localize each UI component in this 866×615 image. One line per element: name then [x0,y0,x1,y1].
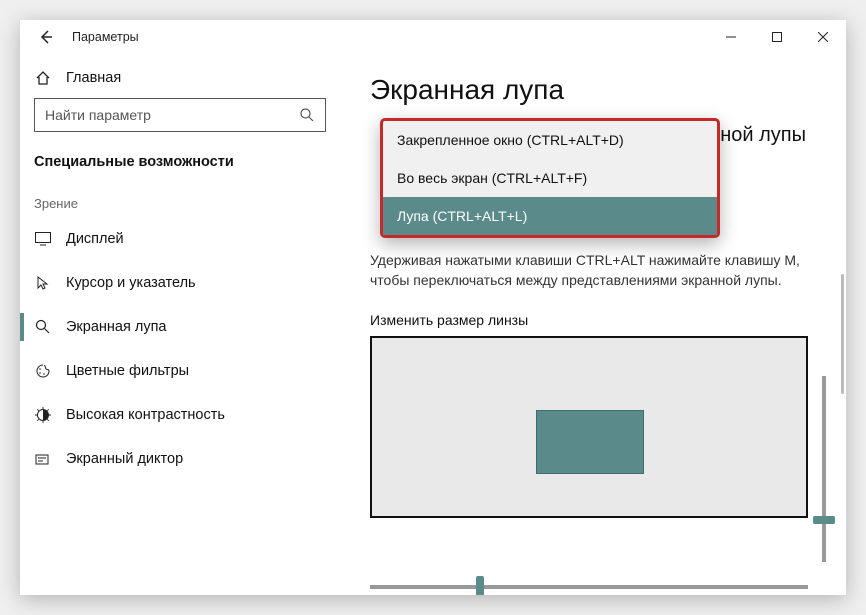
contrast-icon [34,407,52,423]
sidebar-item-label: Экранная лупа [66,319,166,335]
minimize-button[interactable] [708,20,754,54]
home-button[interactable]: Главная [20,62,340,98]
titlebar: Параметры [20,20,846,54]
search-input[interactable] [45,107,299,123]
slider-thumb[interactable] [813,516,835,524]
back-button[interactable] [34,25,58,49]
category-title: Специальные возможности [20,146,340,188]
lens-rect[interactable] [536,410,644,474]
dropdown-option-lens[interactable]: Лупа (CTRL+ALT+L) [383,197,717,235]
arrow-left-icon [38,29,54,45]
hint-text: Удерживая нажатыми клавиши CTRL+ALT нажи… [370,251,810,290]
close-button[interactable] [800,20,846,54]
cursor-icon [34,275,52,291]
home-icon [34,70,52,86]
sidebar-item-label: Экранный диктор [66,451,183,467]
search-box[interactable] [34,98,326,132]
sidebar-item-cursor[interactable]: Курсор и указатель [20,261,340,305]
search-icon [299,107,315,123]
dropdown-option-fullscreen[interactable]: Во весь экран (CTRL+ALT+F) [383,159,717,197]
sidebar-item-label: Дисплей [66,231,124,247]
lens-width-slider[interactable] [370,585,808,589]
minimize-icon [726,32,736,42]
home-label: Главная [66,70,121,86]
sidebar-item-label: Цветные фильтры [66,363,189,379]
sidebar-item-magnifier[interactable]: Экранная лупа [20,305,340,349]
lens-preview [370,336,808,518]
sidebar-item-label: Курсор и указатель [66,275,196,291]
slider-thumb[interactable] [476,576,484,595]
lens-height-slider[interactable] [822,376,826,562]
sidebar-item-high-contrast[interactable]: Высокая контрастность [20,393,340,437]
window-controls [708,20,846,54]
maximize-button[interactable] [754,20,800,54]
display-icon [34,232,52,246]
lens-size-label: Изменить размер линзы [370,312,816,328]
dropdown-option-docked[interactable]: Закрепленное окно (CTRL+ALT+D) [383,121,717,159]
sidebar-item-display[interactable]: Дисплей [20,217,340,261]
narrator-icon [34,451,52,467]
sidebar-item-color-filters[interactable]: Цветные фильтры [20,349,340,393]
sidebar-item-narrator[interactable]: Экранный диктор [20,437,340,481]
close-icon [818,32,828,42]
page-title: Экранная лупа [370,74,816,106]
magnifier-icon [34,319,52,335]
maximize-icon [772,32,782,42]
window-title: Параметры [72,30,139,44]
sidebar-item-label: Высокая контрастность [66,407,225,423]
settings-window: Параметры Главная Специальные возможност… [20,20,846,595]
group-title: Зрение [20,188,340,217]
sidebar: Главная Специальные возможности Зрение Д… [20,54,340,595]
palette-icon [34,363,52,379]
scrollbar[interactable] [841,274,844,394]
view-mode-dropdown: Закрепленное окно (CTRL+ALT+D) Во весь э… [380,118,720,238]
